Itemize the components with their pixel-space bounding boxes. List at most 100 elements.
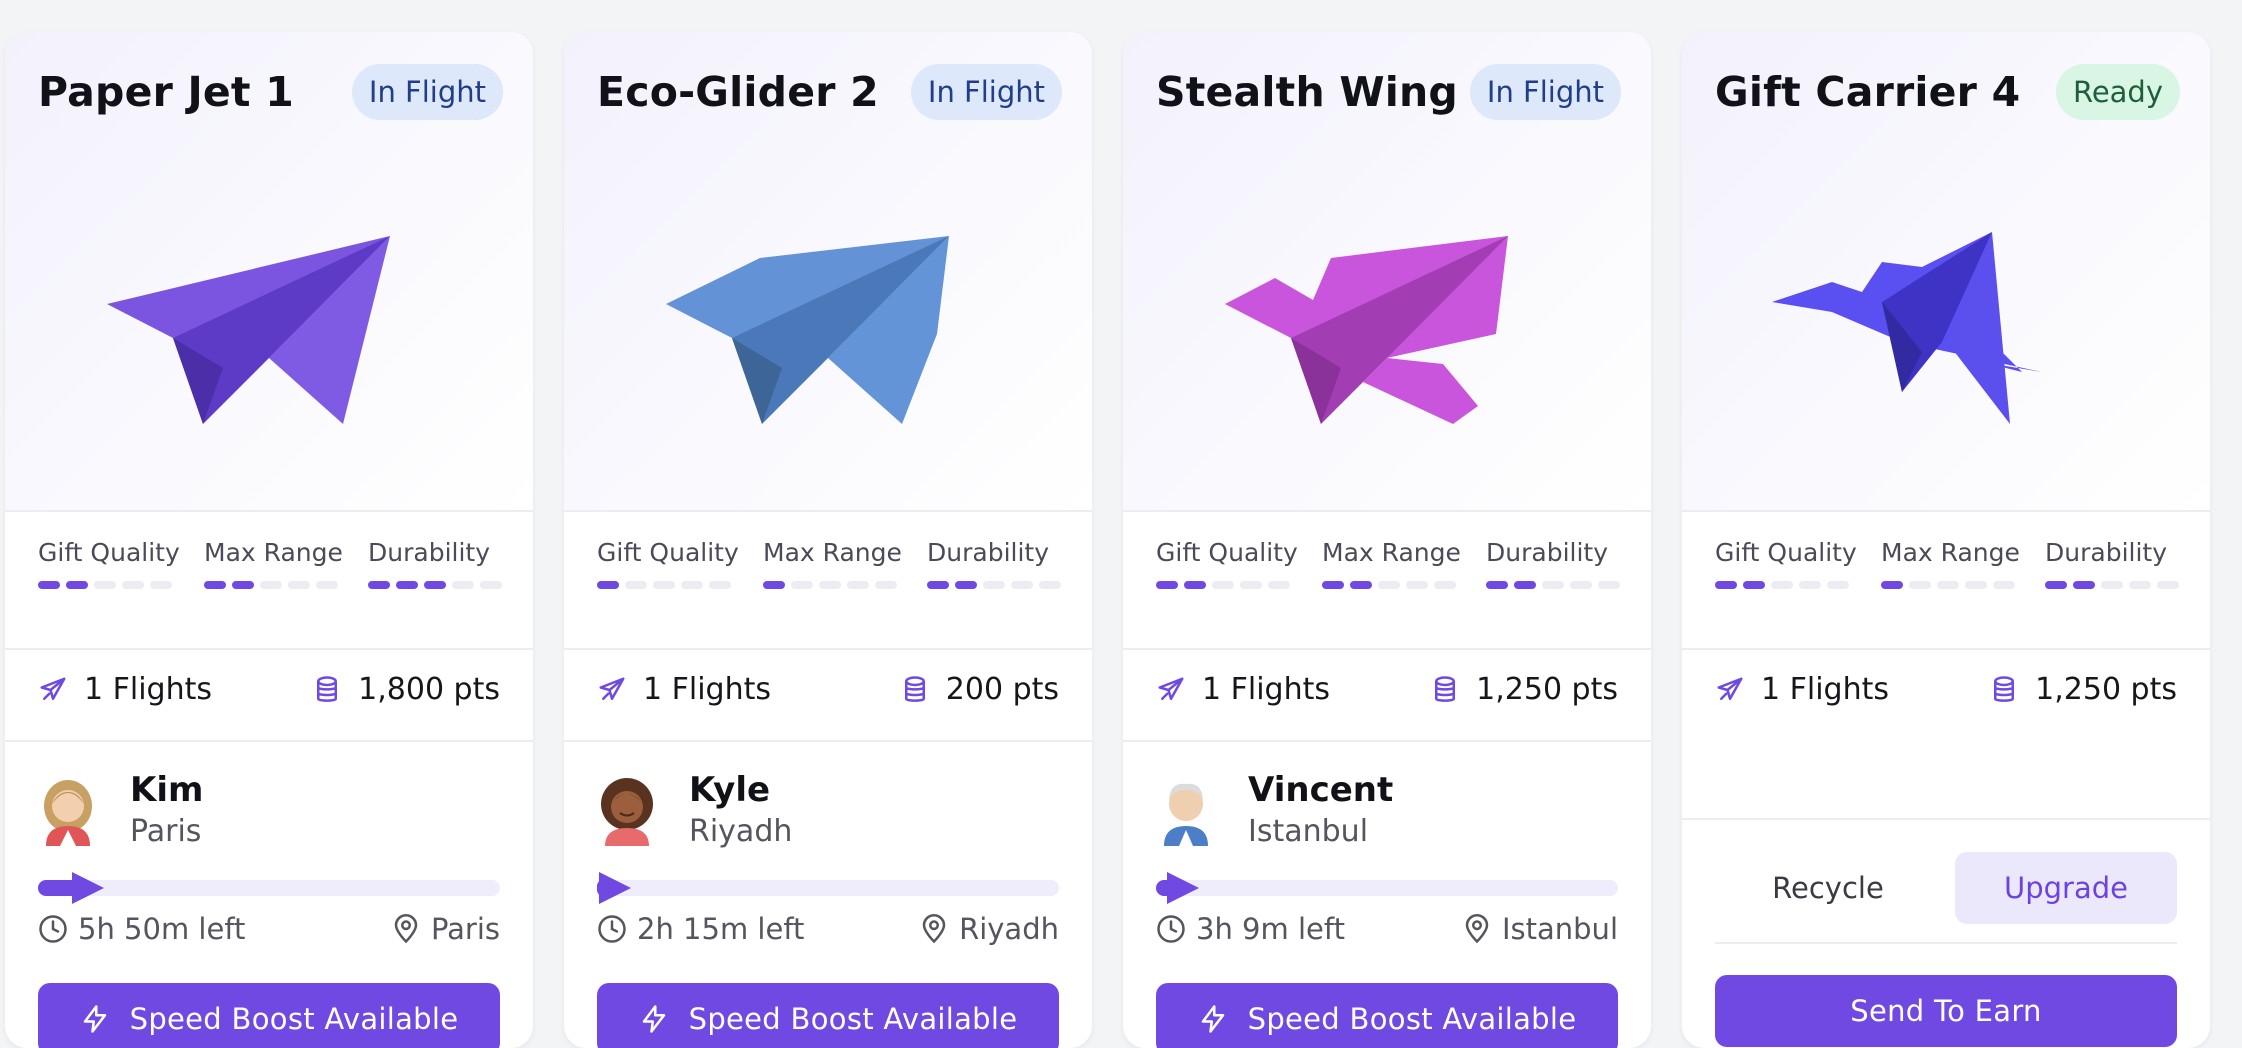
rating-segment: [1039, 581, 1061, 589]
stat-gift-quality: Gift Quality: [38, 538, 180, 589]
plane-card[interactable]: Paper Jet 1 In Flight Gift Quality Max R…: [5, 32, 533, 1048]
rating-segment: [316, 581, 338, 589]
plane-hero: Stealth Wing 3 In Flight: [1123, 32, 1651, 512]
time-left: 5h 50m left: [38, 912, 245, 946]
plane-card[interactable]: Gift Carrier 4 Ready Gift Quality Max Ra…: [1682, 32, 2210, 1048]
lightning-icon: [83, 1005, 106, 1033]
stat-max-range: Max Range: [1881, 538, 2020, 589]
rating-segment: [1542, 581, 1564, 589]
send-to-earn-button[interactable]: Send To Earn: [1715, 975, 2177, 1047]
progress-track: [38, 880, 500, 896]
location-pin-icon: [1465, 914, 1489, 944]
speed-boost-label: Speed Boost Available: [688, 1002, 1018, 1036]
points-label: 200 pts: [945, 672, 1059, 707]
stat-durability: Durability: [927, 538, 1061, 589]
destination-label: Riyadh: [959, 912, 1059, 946]
rating-segment: [1937, 581, 1959, 589]
divider: [1715, 942, 2177, 944]
flights-count: 1 Flights: [1715, 672, 1889, 707]
destination-label: Paris: [430, 912, 500, 946]
destination-label: Istanbul: [1501, 912, 1618, 946]
rating-segment: [2129, 581, 2151, 589]
rating-segment: [1965, 581, 1987, 589]
progress-track: [597, 880, 1059, 896]
rating-bars: [1486, 581, 1620, 589]
rating-segment: [1598, 581, 1620, 589]
lightning-icon: [642, 1005, 665, 1033]
owner-info: Kyle Riyadh: [597, 770, 1059, 860]
stat-label: Max Range: [763, 538, 902, 567]
stat-label: Durability: [2045, 538, 2167, 567]
stat-label: Durability: [927, 538, 1049, 567]
destination: Riyadh: [919, 912, 1059, 946]
recycle-button[interactable]: Recycle: [1715, 852, 1941, 924]
rating-segment: [1011, 581, 1033, 589]
rating-segment: [1378, 581, 1400, 589]
rating-segment: [150, 581, 172, 589]
paper-plane-illustration: [1772, 232, 2042, 424]
coins-icon: [1435, 675, 1456, 702]
owner-city: Paris: [130, 814, 202, 849]
rating-bars: [1881, 581, 2020, 589]
rating-segment: [2101, 581, 2123, 589]
divider: [1123, 740, 1651, 742]
rating-bars: [597, 581, 739, 589]
rating-bars: [1156, 581, 1298, 589]
eta-row: 5h 50m left Paris: [38, 912, 500, 952]
rating-segment: [1909, 581, 1931, 589]
stat-durability: Durability: [2045, 538, 2179, 589]
eta-row: 2h 15m left Riyadh: [597, 912, 1059, 952]
stat-label: Durability: [1486, 538, 1608, 567]
coins-icon: [1994, 675, 2015, 702]
plane-card[interactable]: Stealth Wing 3 In Flight Gift Quality Ma…: [1123, 32, 1651, 1048]
time-left-label: 2h 15m left: [637, 912, 805, 946]
speed-boost-button[interactable]: Speed Boost Available: [597, 983, 1059, 1048]
rating-bars: [1322, 581, 1461, 589]
owner-name: Kyle: [689, 770, 771, 810]
upgrade-button[interactable]: Upgrade: [1955, 852, 2177, 924]
flights-count: 1 Flights: [597, 672, 771, 707]
rating-segment: [232, 581, 254, 589]
rating-bars: [1715, 581, 1857, 589]
speed-boost-button[interactable]: Speed Boost Available: [38, 983, 500, 1048]
plane-title: Gift Carrier 4: [1715, 68, 2021, 116]
clock-icon: [598, 915, 626, 943]
points-label: 1,800 pts: [358, 672, 500, 707]
status-badge: In Flight: [1469, 64, 1621, 120]
owner-info: Vincent Istanbul: [1156, 770, 1618, 860]
points-value: 200 pts: [900, 672, 1059, 707]
flights-label: 1 Flights: [643, 672, 771, 707]
rating-segment: [480, 581, 502, 589]
plane-stats: Gift Quality Max Range Durability: [1156, 538, 1620, 598]
rating-segment: [653, 581, 675, 589]
owner-city: Riyadh: [689, 814, 793, 849]
airplane-icon: [1158, 677, 1184, 700]
rating-segment: [955, 581, 977, 589]
avatar: [44, 780, 92, 846]
time-left: 2h 15m left: [597, 912, 804, 946]
rating-segment: [1993, 581, 2015, 589]
stat-durability: Durability: [368, 538, 502, 589]
rating-segment: [875, 581, 897, 589]
points-value: 1,800 pts: [312, 672, 500, 707]
flight-info: 1 Flights 1,800 pts: [38, 672, 500, 720]
plane-hero: Paper Jet 1 In Flight: [5, 32, 533, 512]
coins-icon: [904, 675, 925, 702]
rating-segment: [2045, 581, 2067, 589]
rating-segment: [709, 581, 731, 589]
plane-card[interactable]: Eco-Glider 2 In Flight Gift Quality Max …: [564, 32, 1092, 1048]
rating-segment: [1322, 581, 1344, 589]
flights-count: 1 Flights: [38, 672, 212, 707]
stat-label: Gift Quality: [38, 538, 180, 567]
eta-row: 3h 9m left Istanbul: [1156, 912, 1618, 952]
speed-boost-button[interactable]: Speed Boost Available: [1156, 983, 1618, 1048]
status-badge: In Flight: [351, 64, 503, 120]
rating-segment: [681, 581, 703, 589]
rating-bars: [368, 581, 502, 589]
lightning-icon: [1201, 1005, 1224, 1033]
flight-info: 1 Flights 1,250 pts: [1156, 672, 1618, 720]
rating-segment: [94, 581, 116, 589]
stat-max-range: Max Range: [204, 538, 343, 589]
rating-segment: [2073, 581, 2095, 589]
flights-count: 1 Flights: [1156, 672, 1330, 707]
